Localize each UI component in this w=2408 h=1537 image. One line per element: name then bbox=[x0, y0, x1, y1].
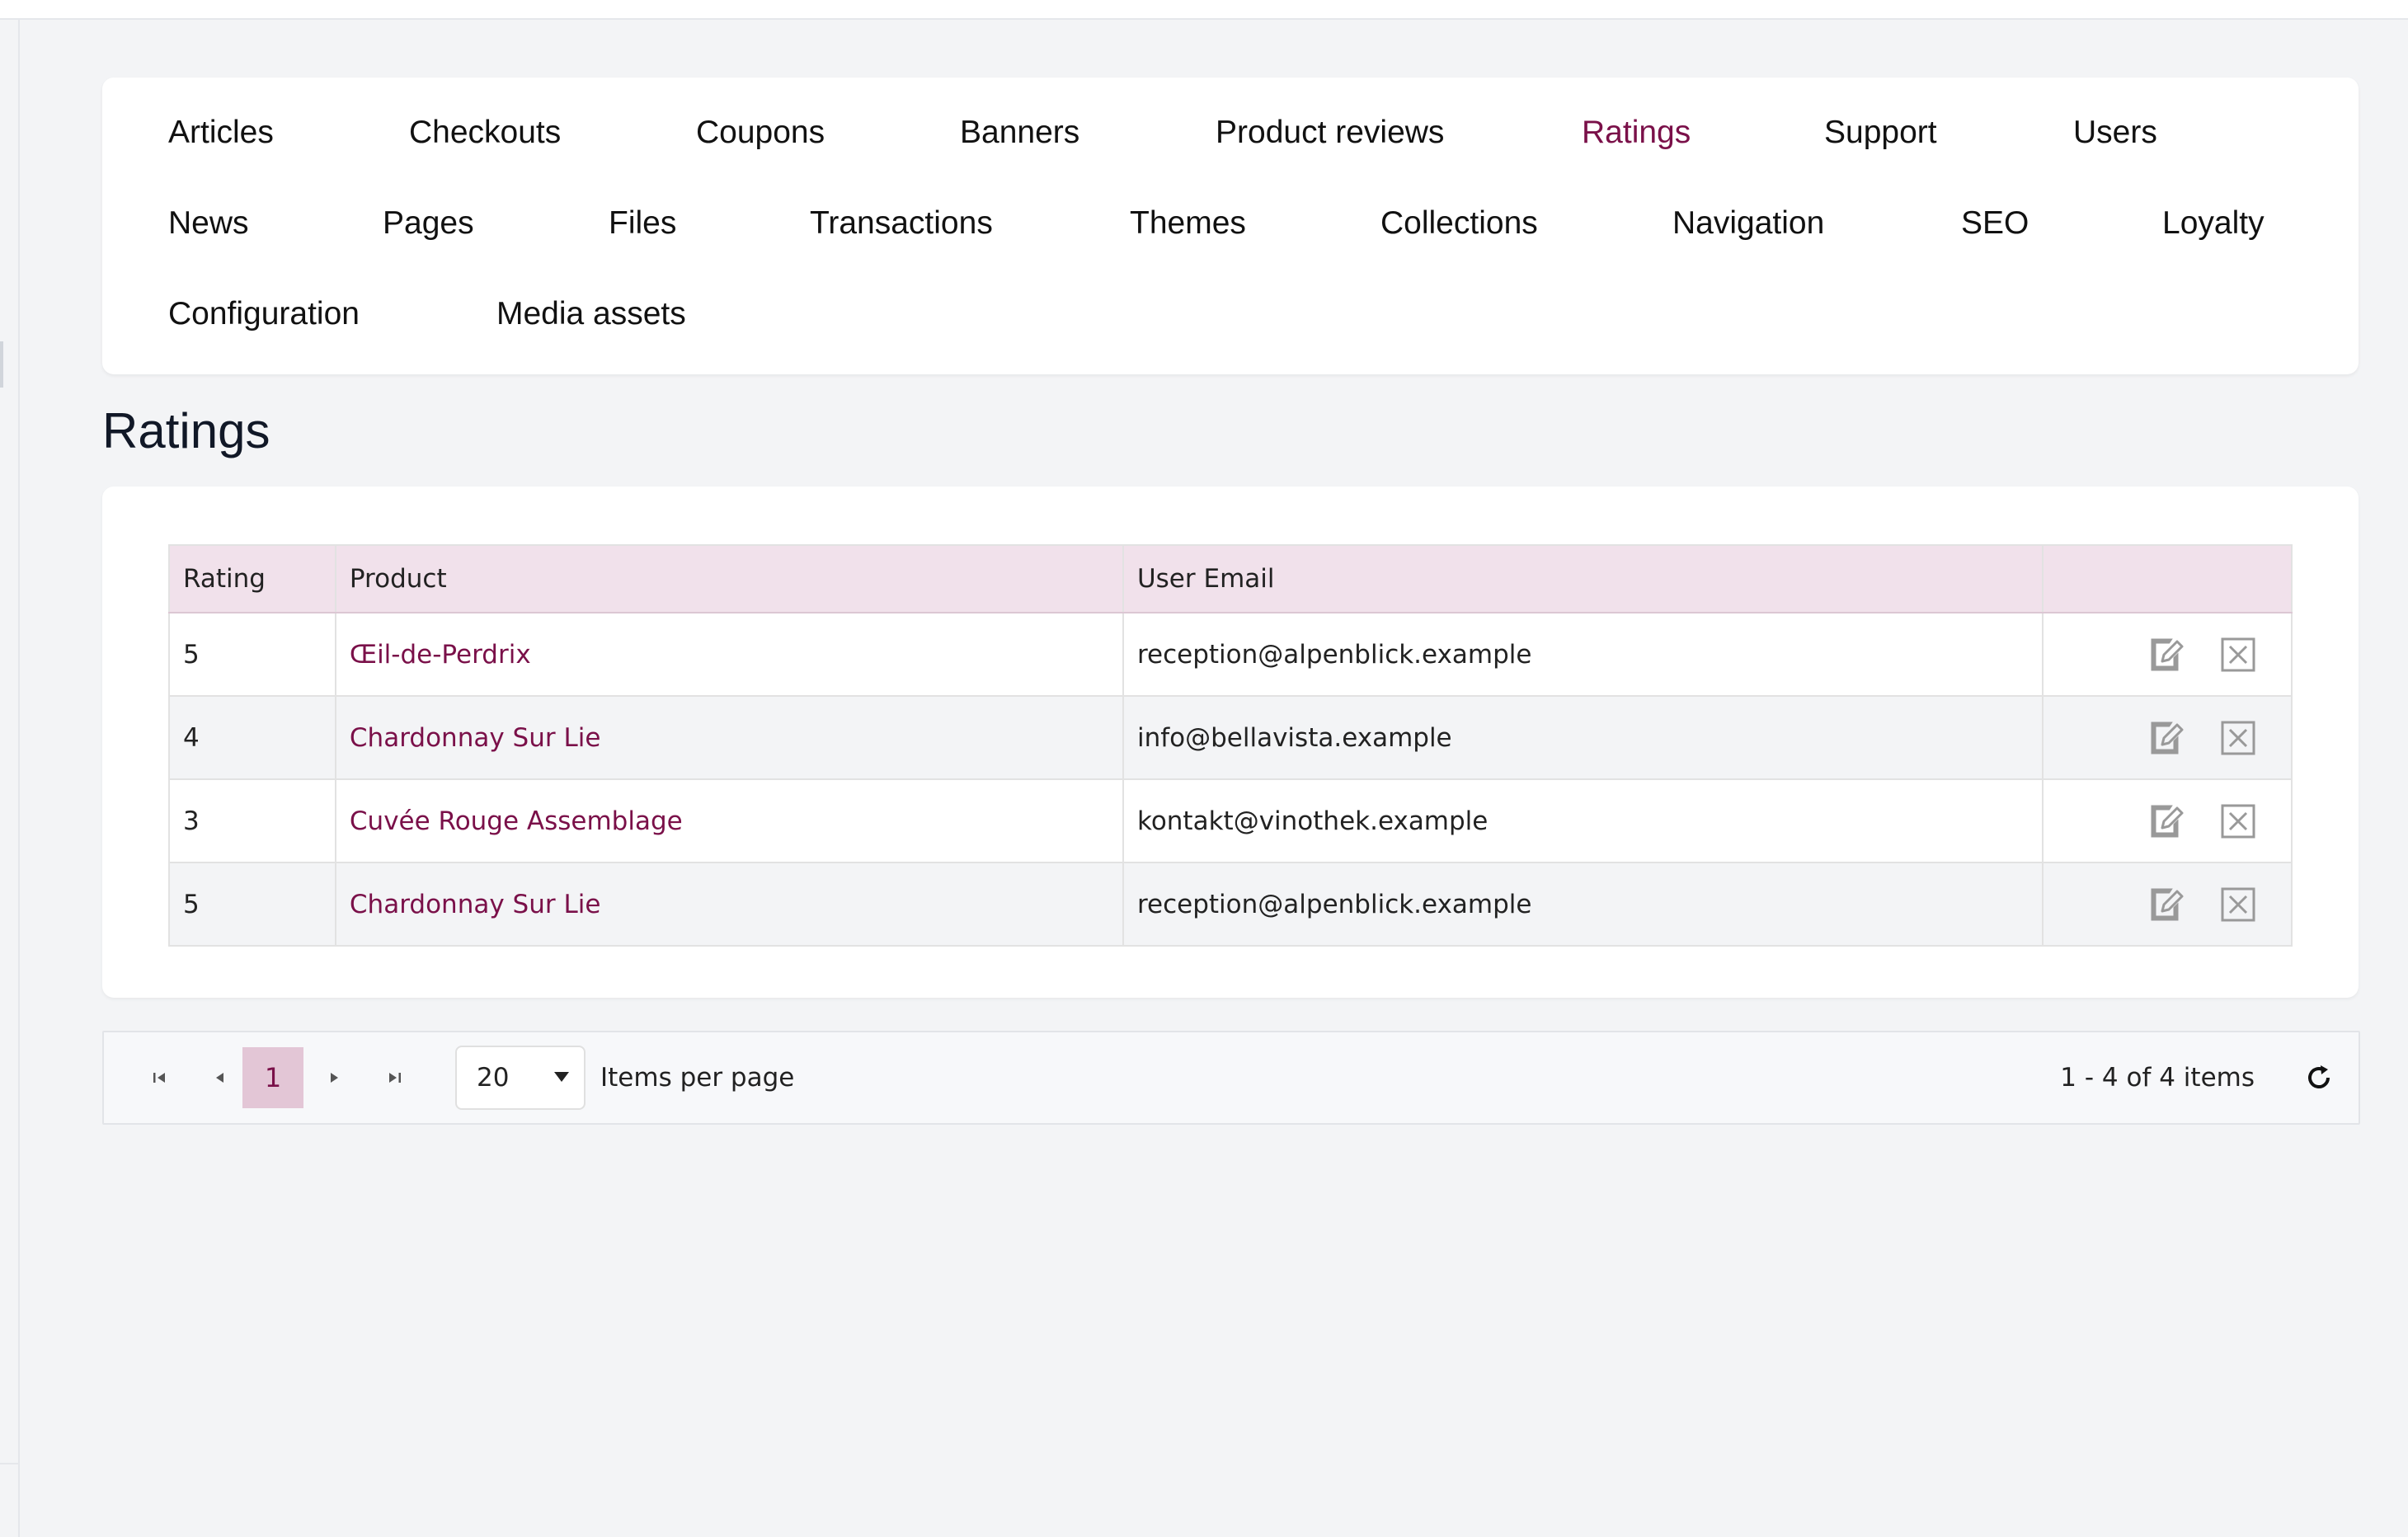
prev-page-icon bbox=[216, 1073, 223, 1083]
rail-marker bbox=[0, 341, 3, 388]
table-header-row: Rating Product User Email bbox=[168, 544, 2293, 613]
nav-seo[interactable]: SEO bbox=[1961, 204, 2029, 242]
product-link[interactable]: Chardonnay Sur Lie bbox=[350, 723, 601, 753]
first-page-button[interactable] bbox=[129, 1047, 190, 1108]
rating-cell: 5 bbox=[168, 862, 336, 947]
delete-icon[interactable] bbox=[2218, 801, 2258, 841]
nav-configuration[interactable]: Configuration bbox=[168, 295, 360, 333]
top-bar bbox=[0, 0, 2408, 20]
email-cell: reception@alpenblick.example bbox=[1122, 862, 2044, 947]
col-header-product[interactable]: Product bbox=[334, 544, 1124, 613]
page-size-select[interactable]: 20 bbox=[455, 1046, 586, 1110]
page-1-button[interactable]: 1 bbox=[242, 1047, 303, 1108]
nav-checkouts[interactable]: Checkouts bbox=[409, 114, 561, 152]
table-row: 5 Œil-de-Perdrix reception@alpenblick.ex… bbox=[168, 612, 2293, 697]
nav-ratings[interactable]: Ratings bbox=[1582, 114, 1691, 152]
nav-product-reviews[interactable]: Product reviews bbox=[1216, 114, 1444, 152]
nav-banners[interactable]: Banners bbox=[960, 114, 1079, 152]
table-row: 4 Chardonnay Sur Lie info@bellavista.exa… bbox=[168, 695, 2293, 780]
col-header-actions bbox=[2042, 544, 2293, 613]
rating-cell: 4 bbox=[168, 695, 336, 780]
pager-info: 1 - 4 of 4 items bbox=[2060, 1063, 2255, 1093]
nav-support[interactable]: Support bbox=[1824, 114, 1937, 152]
page-title: Ratings bbox=[102, 403, 270, 458]
email-cell: info@bellavista.example bbox=[1122, 695, 2044, 780]
first-page-icon bbox=[153, 1073, 165, 1083]
items-per-page-label: Items per page bbox=[600, 1063, 795, 1093]
edit-icon[interactable] bbox=[2146, 635, 2185, 674]
chevron-down-icon bbox=[554, 1072, 569, 1082]
table-row: 3 Cuvée Rouge Assemblage kontakt@vinothe… bbox=[168, 778, 2293, 863]
prev-page-button[interactable] bbox=[190, 1047, 251, 1108]
delete-icon[interactable] bbox=[2218, 635, 2258, 674]
nav-themes[interactable]: Themes bbox=[1130, 204, 1246, 242]
edit-icon[interactable] bbox=[2146, 801, 2185, 841]
delete-icon[interactable] bbox=[2218, 885, 2258, 924]
nav-navigation[interactable]: Navigation bbox=[1672, 204, 1824, 242]
page-size-value: 20 bbox=[477, 1063, 510, 1093]
table-row: 5 Chardonnay Sur Lie reception@alpenblic… bbox=[168, 862, 2293, 947]
product-link[interactable]: Œil-de-Perdrix bbox=[350, 640, 531, 670]
nav-users[interactable]: Users bbox=[2073, 114, 2157, 152]
nav-news[interactable]: News bbox=[168, 204, 249, 242]
nav-media-assets[interactable]: Media assets bbox=[496, 295, 686, 333]
rail-divider bbox=[0, 1463, 18, 1464]
pager: 1 20 Items per page 1 - 4 of 4 items bbox=[102, 1031, 2360, 1125]
left-rail bbox=[0, 20, 20, 1537]
last-page-button[interactable] bbox=[364, 1047, 426, 1108]
nav-coupons[interactable]: Coupons bbox=[696, 114, 825, 152]
col-header-rating[interactable]: Rating bbox=[168, 544, 336, 613]
delete-icon[interactable] bbox=[2218, 718, 2258, 758]
ratings-table: Rating Product User Email 5 Œil-de-Perdr… bbox=[168, 544, 2293, 947]
next-page-icon bbox=[331, 1073, 338, 1083]
rating-cell: 3 bbox=[168, 778, 336, 863]
rating-cell: 5 bbox=[168, 612, 336, 697]
edit-icon[interactable] bbox=[2146, 885, 2185, 924]
ratings-card: Rating Product User Email 5 Œil-de-Perdr… bbox=[102, 486, 2359, 998]
email-cell: reception@alpenblick.example bbox=[1122, 612, 2044, 697]
nav-files[interactable]: Files bbox=[609, 204, 676, 242]
nav-loyalty[interactable]: Loyalty bbox=[2162, 204, 2265, 242]
nav-articles[interactable]: Articles bbox=[168, 114, 274, 152]
edit-icon[interactable] bbox=[2146, 718, 2185, 758]
refresh-icon[interactable] bbox=[2301, 1060, 2337, 1096]
product-link[interactable]: Cuvée Rouge Assemblage bbox=[350, 806, 683, 836]
last-page-icon bbox=[389, 1073, 401, 1083]
product-link[interactable]: Chardonnay Sur Lie bbox=[350, 890, 601, 919]
col-header-email[interactable]: User Email bbox=[1122, 544, 2044, 613]
section-nav: Articles Checkouts Coupons Banners Produ… bbox=[102, 78, 2359, 374]
nav-pages[interactable]: Pages bbox=[383, 204, 474, 242]
next-page-button[interactable] bbox=[303, 1047, 364, 1108]
email-cell: kontakt@vinothek.example bbox=[1122, 778, 2044, 863]
nav-transactions[interactable]: Transactions bbox=[810, 204, 993, 242]
nav-collections[interactable]: Collections bbox=[1380, 204, 1538, 242]
